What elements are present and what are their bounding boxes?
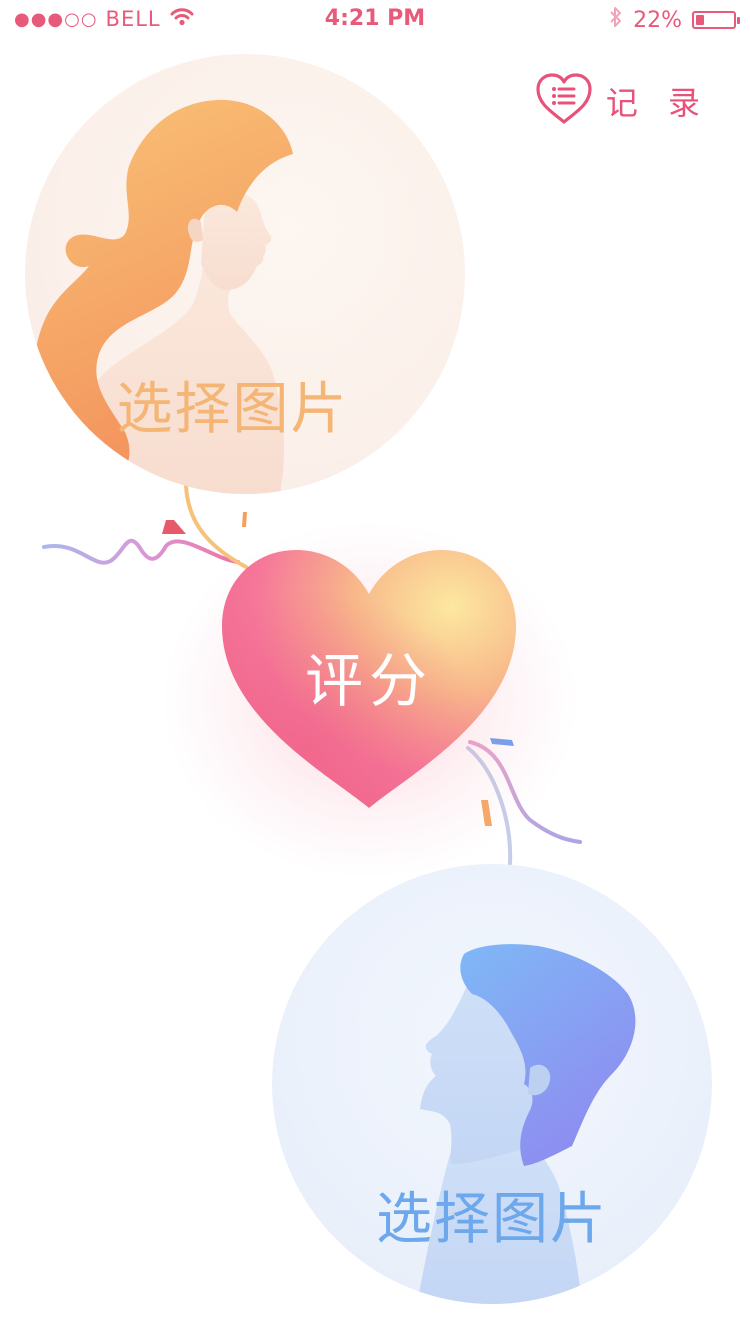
bluetooth-icon (609, 6, 623, 34)
ribbon-left (42, 538, 240, 565)
record-button[interactable]: 记 录 (534, 72, 710, 130)
confetti-orange-top (242, 512, 247, 527)
score-label: 评分 (304, 647, 433, 715)
confetti-red (162, 520, 186, 534)
male-photo-picker[interactable]: 选择图片 (272, 864, 712, 1304)
battery-fill (696, 15, 704, 25)
battery-icon (692, 11, 740, 29)
status-right: 22% (609, 6, 740, 34)
female-photo-picker[interactable]: 选择图片 (25, 54, 465, 494)
record-label: 记 录 (605, 84, 710, 122)
male-picker-label: 选择图片 (376, 1187, 608, 1252)
female-picker-label: 选择图片 (116, 377, 349, 442)
score-button[interactable]: 评分 (218, 546, 520, 812)
heart-list-icon (534, 72, 594, 130)
battery-percent: 22% (633, 7, 682, 33)
status-bar: ●●●○○ BELL 4:21 PM 22% (0, 0, 750, 40)
